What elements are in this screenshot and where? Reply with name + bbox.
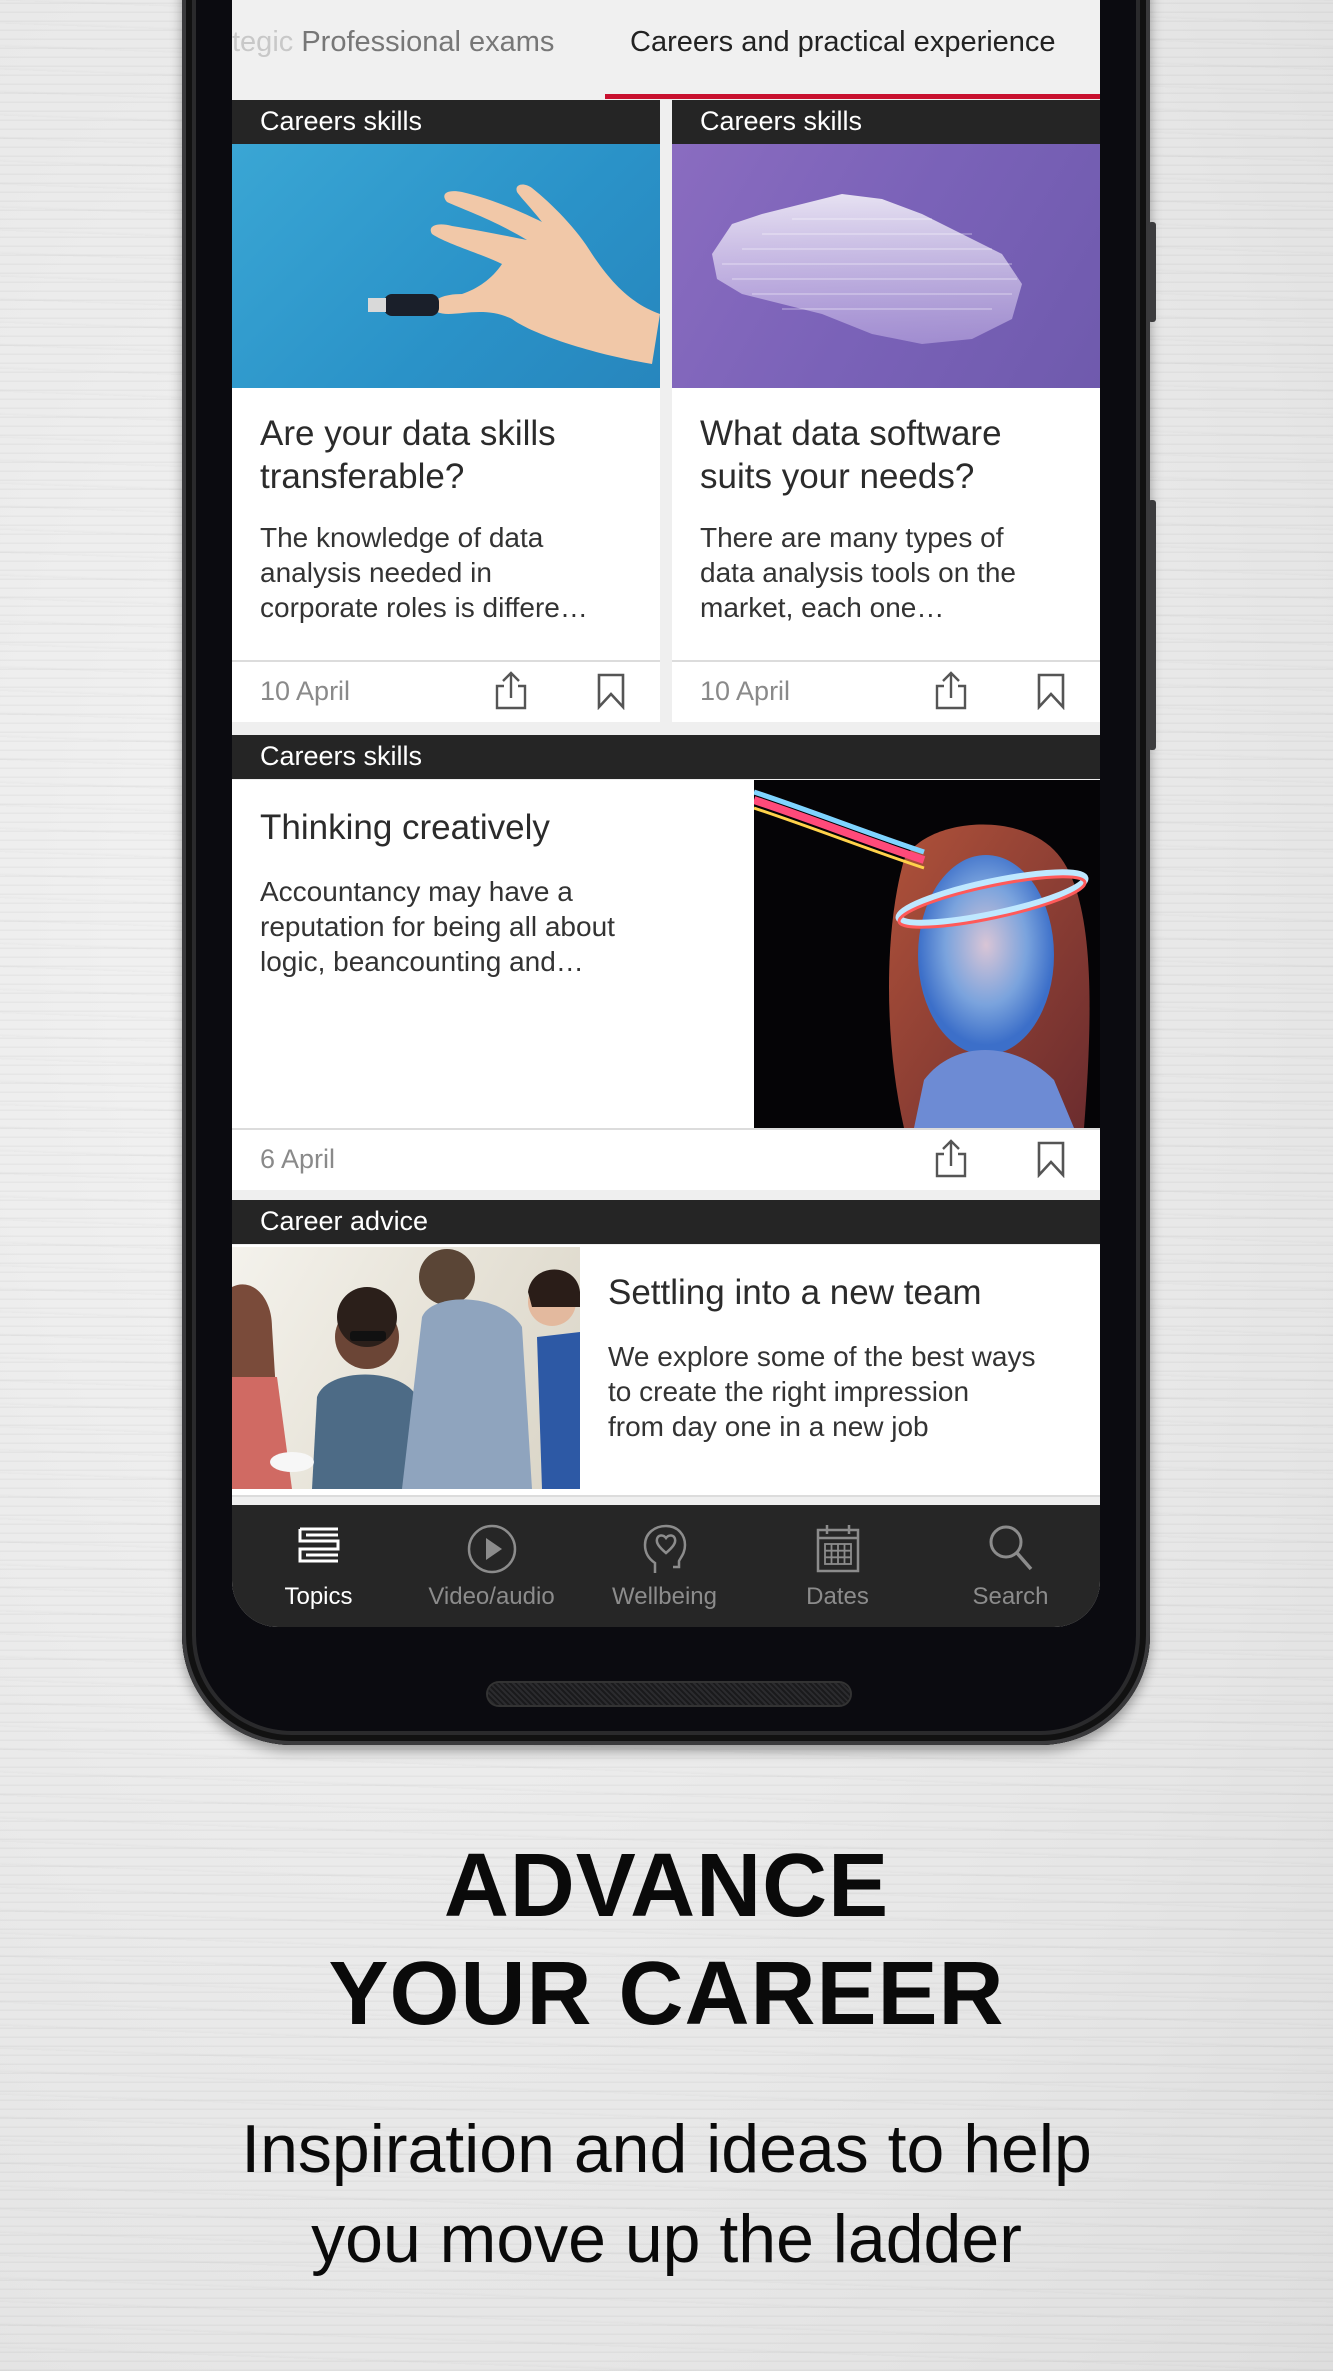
article-date: 10 April [700,676,791,706]
promo-subtitle: Inspiration and ideas to help you move u… [0,2104,1333,2284]
article-title[interactable]: Settling into a new team [608,1271,1088,1314]
article-date: 10 April [260,676,351,706]
article-image-usb-hand [232,144,660,388]
category-bar: Careers skills [672,100,1100,144]
article-card[interactable]: Settling into a new team We explore some… [232,1245,1100,1497]
bookmark-icon[interactable] [1036,1140,1076,1184]
topics-icon [298,1527,339,1563]
article-description: There are many types of data analysis to… [700,520,1100,625]
article-description-line: to create the right impression [608,1376,970,1407]
nav-dates[interactable]: Dates [751,1505,924,1627]
article-description-line: logic, beancounting and… [260,946,584,977]
article-date: 6 April [260,1144,336,1174]
article-title[interactable]: Are your data skills transferable? [260,412,650,498]
category-bar: Career advice [232,1200,1100,1244]
category-label: Careers skills [260,741,423,771]
article-title-line: suits your needs? [700,457,975,496]
promo-subtitle-line: you move up the ladder [311,2201,1022,2277]
share-icon[interactable] [934,670,974,714]
article-footer: 10 April [672,660,1100,722]
article-title-line: Settling into a new team [608,1273,982,1312]
nav-label: Dates [806,1583,869,1610]
tab-label-prefix: tegic [232,26,294,58]
article-description-line: There are many types of [700,522,1004,553]
promo-headline: ADVANCE YOUR CAREER [0,1832,1333,2048]
article-description-line: We explore some of the best ways [608,1341,1036,1372]
phone-side-button [1148,500,1156,750]
article-title-line: Thinking creatively [260,808,550,847]
category-bar: Careers skills [232,100,660,144]
article-card[interactable]: Thinking creatively Accountancy may have… [232,780,1100,1128]
nav-search[interactable]: Search [924,1505,1097,1627]
nav-label: Search [972,1583,1049,1610]
nav-video-audio[interactable]: Video/audio [405,1505,578,1627]
nav-label: Wellbeing [612,1583,717,1610]
tab-careers-practical-experience[interactable]: Careers and practical experience [630,26,1056,59]
phone-speaker-grille [488,1683,850,1705]
tab-professional-exams[interactable]: tegic Professional exams [232,26,554,59]
article-title[interactable]: Thinking creatively [260,806,740,849]
tab-label: Careers and practical experience [630,26,1056,58]
promo-subtitle-line: Inspiration and ideas to help [241,2111,1092,2187]
article-title-line: What data software [700,414,1002,453]
bottom-navigation: Topics Video/audio Wellbeing Dates Searc… [232,1505,1100,1627]
article-title[interactable]: What data software suits your needs? [700,412,1090,498]
nav-label: Video/audio [428,1583,555,1610]
article-description-line: data analysis tools on the [700,557,1016,588]
category-label: Career advice [260,1206,429,1236]
share-icon[interactable] [494,670,534,714]
article-footer: 10 April [232,660,660,722]
head-heart-icon [643,1524,686,1573]
share-icon[interactable] [934,1138,974,1182]
article-description-line: corporate roles is differe… [260,592,588,623]
article-title-line: transferable? [260,457,465,496]
article-description: The knowledge of data analysis needed in… [260,520,660,625]
article-image-woman-light-trail [754,780,1100,1128]
article-image-data-visualization [672,144,1100,388]
nav-topics[interactable]: Topics [232,1505,405,1627]
category-bar: Careers skills [232,735,1100,779]
article-card[interactable]: Are your data skills transferable? The k… [232,144,660,660]
phone-side-button [1148,222,1156,322]
active-tab-indicator [605,94,1100,99]
nav-wellbeing[interactable]: Wellbeing [578,1505,751,1627]
article-description-line: Accountancy may have a [260,876,573,907]
article-description-line: reputation for being all about [260,911,615,942]
article-card[interactable]: What data software suits your needs? The… [672,144,1100,660]
calendar-icon [816,1525,859,1573]
bookmark-icon[interactable] [1036,672,1076,716]
app-screen: tegic Professional exams Careers and pra… [232,0,1100,1627]
article-footer: 6 April [232,1128,1100,1190]
article-description-line: market, each one… [700,592,945,623]
play-icon [467,1524,516,1574]
category-label: Careers skills [260,106,423,136]
article-description: We explore some of the best ways to crea… [608,1339,1098,1444]
article-description-line: analysis needed in [260,557,492,588]
article-image-team-meeting [232,1247,580,1489]
promo-headline-line: ADVANCE [443,1836,890,1936]
article-description-line: from day one in a new job [608,1411,929,1442]
promo-headline-line: YOUR CAREER [328,1944,1005,2044]
topic-tabs: tegic Professional exams Careers and pra… [232,0,1100,100]
category-label: Careers skills [700,106,863,136]
article-description: Accountancy may have a reputation for be… [260,874,740,979]
tab-label: Professional exams [293,26,555,58]
article-title-line: Are your data skills [260,414,556,453]
bookmark-icon[interactable] [596,672,636,716]
search-icon [989,1525,1032,1571]
article-description-line: The knowledge of data [260,522,544,553]
nav-label: Topics [284,1583,353,1610]
